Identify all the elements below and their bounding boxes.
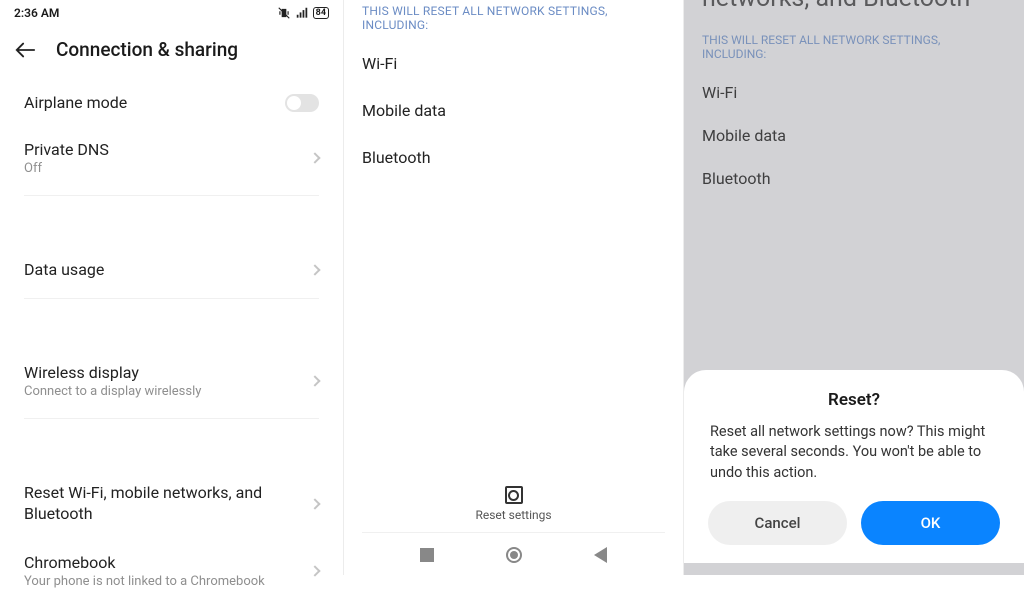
nav-back-icon[interactable]: [594, 547, 607, 563]
reset-icon: [505, 486, 523, 504]
reset-item-wifi: Wi-Fi: [684, 71, 1024, 114]
reset-confirm-dialog: Reset? Reset all network settings now? T…: [684, 370, 1024, 563]
page-title: Connection & sharing: [56, 38, 238, 61]
status-right: 84: [277, 6, 329, 20]
status-bar: 2:36 AM 84: [0, 0, 343, 22]
header: Connection & sharing: [0, 22, 343, 79]
reset-settings-button[interactable]: Reset settings: [344, 480, 683, 530]
reset-section-header: THIS WILL RESET ALL NETWORK SETTINGS, IN…: [344, 0, 683, 40]
dialog-message: Reset all network settings now? This mig…: [702, 422, 1006, 483]
chromebook-sub: Your phone is not linked to a Chromebook: [24, 574, 311, 589]
chromebook-row[interactable]: Chromebook Your phone is not linked to a…: [0, 539, 343, 603]
data-usage-label: Data usage: [24, 260, 311, 279]
chevron-right-icon: [309, 152, 320, 163]
bottom-strip: [684, 563, 1024, 575]
reset-item-bluetooth: Bluetooth: [344, 134, 683, 181]
page-title-partial: networks, and Bluetooth: [684, 0, 1024, 21]
reset-networks-row[interactable]: Reset Wi-Fi, mobile networks, and Blueto…: [0, 469, 343, 539]
reset-item-mobiledata: Mobile data: [344, 87, 683, 134]
ok-button[interactable]: OK: [861, 501, 1000, 545]
wireless-display-label: Wireless display: [24, 363, 311, 382]
reset-item-wifi: Wi-Fi: [344, 40, 683, 87]
divider: [362, 532, 665, 533]
nav-home-icon[interactable]: [506, 547, 522, 563]
cancel-button[interactable]: Cancel: [708, 501, 847, 545]
data-usage-row[interactable]: Data usage: [0, 246, 343, 293]
back-icon[interactable]: [14, 41, 36, 59]
dialog-title: Reset?: [702, 390, 1006, 410]
battery-icon: 84: [313, 7, 329, 19]
signal-icon: [295, 6, 309, 20]
reset-settings-label: Reset settings: [475, 508, 551, 522]
airplane-mode-toggle[interactable]: [285, 94, 319, 112]
nav-recent-icon[interactable]: [420, 548, 434, 562]
reset-section-header: THIS WILL RESET ALL NETWORK SETTINGS, IN…: [684, 29, 1024, 69]
android-nav-bar: [344, 539, 683, 575]
chevron-right-icon: [309, 375, 320, 386]
private-dns-row[interactable]: Private DNS Off: [0, 126, 343, 190]
wireless-display-row[interactable]: Wireless display Connect to a display wi…: [0, 349, 343, 413]
settings-connection-sharing-screen: 2:36 AM 84 Connection & sharing Airplane…: [0, 0, 344, 575]
chevron-right-icon: [309, 264, 320, 275]
reset-networks-detail-screen: THIS WILL RESET ALL NETWORK SETTINGS, IN…: [344, 0, 684, 575]
status-time: 2:36 AM: [14, 6, 59, 20]
airplane-mode-label: Airplane mode: [24, 93, 285, 112]
private-dns-label: Private DNS: [24, 140, 311, 159]
reset-item-bluetooth: Bluetooth: [684, 157, 1024, 200]
reset-item-mobiledata: Mobile data: [684, 114, 1024, 157]
reset-confirm-dialog-screen: networks, and Bluetooth THIS WILL RESET …: [684, 0, 1024, 575]
reset-networks-label: Reset Wi-Fi, mobile networks, and Blueto…: [24, 483, 311, 525]
chevron-right-icon: [309, 498, 320, 509]
wireless-display-sub: Connect to a display wirelessly: [24, 384, 311, 399]
chromebook-label: Chromebook: [24, 553, 311, 572]
vibrate-off-icon: [277, 6, 291, 20]
dimmed-background: networks, and Bluetooth THIS WILL RESET …: [684, 0, 1024, 563]
private-dns-sub: Off: [24, 161, 311, 176]
dialog-buttons: Cancel OK: [702, 501, 1006, 545]
airplane-mode-row[interactable]: Airplane mode: [0, 79, 343, 126]
